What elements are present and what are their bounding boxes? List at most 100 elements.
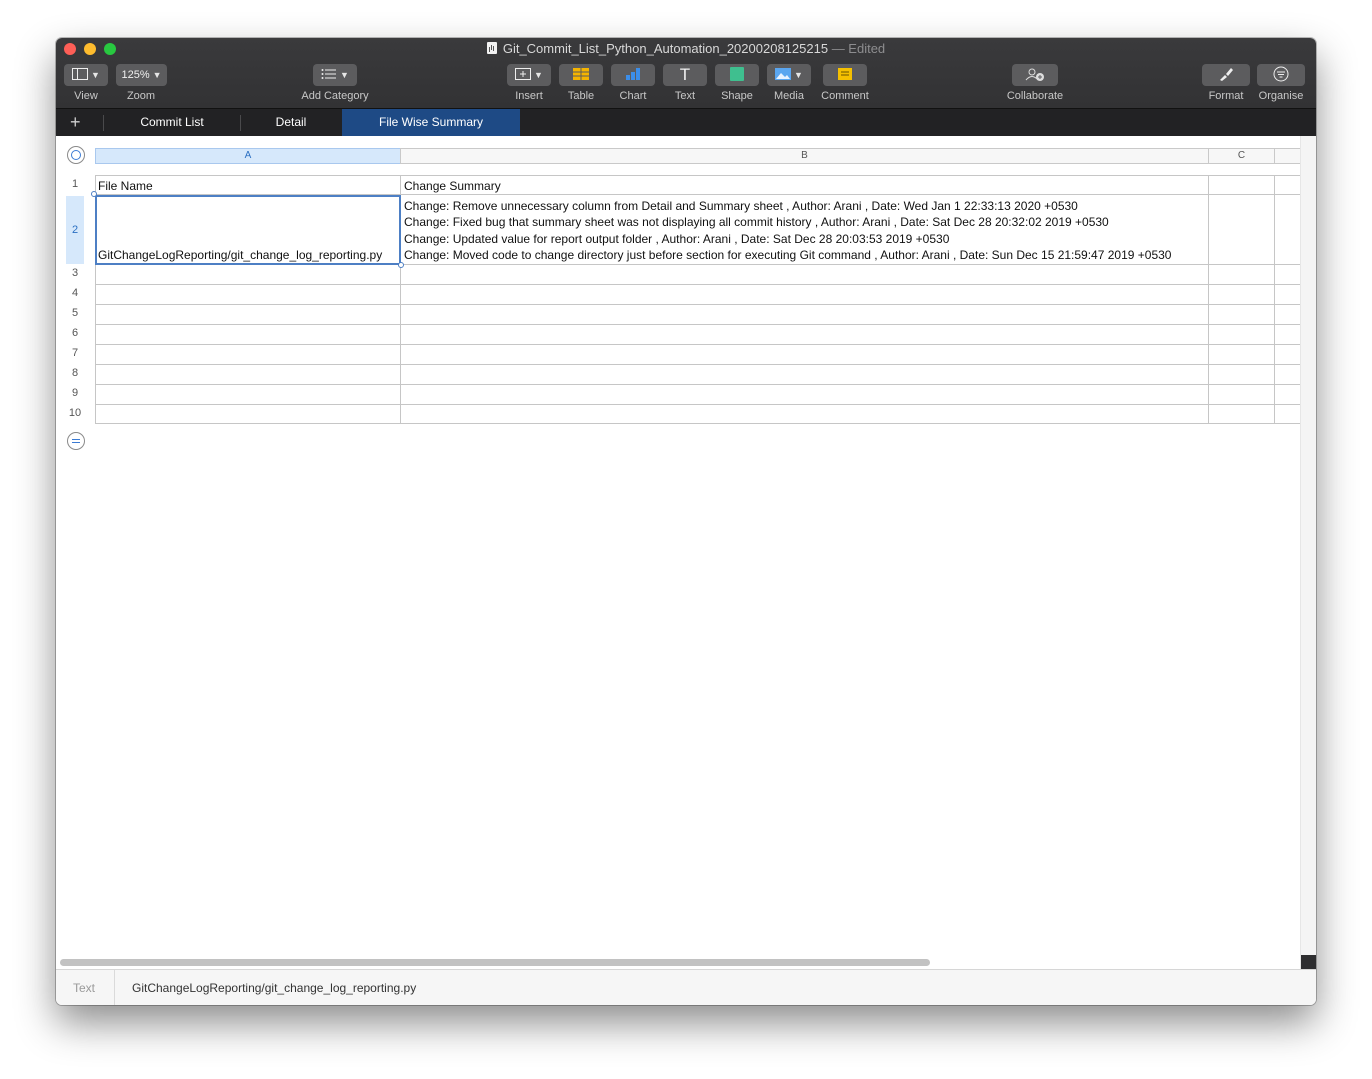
add-sheet-button[interactable]: +: [70, 112, 81, 132]
chevron-down-icon: ▼: [340, 70, 349, 80]
gridline: [95, 384, 1301, 385]
document-name: Git_Commit_List_Python_Automation_202002…: [502, 41, 829, 56]
comment-label: Comment: [821, 90, 869, 102]
scroll-corner: [1301, 955, 1316, 969]
gridline: [95, 344, 1301, 345]
comment-note-icon: [838, 68, 852, 80]
selection-handle[interactable]: [398, 262, 404, 268]
filter-icon: [1273, 66, 1289, 82]
organise-label: Organise: [1258, 90, 1304, 102]
row-header-1[interactable]: 1: [66, 178, 84, 190]
tab-commit-list[interactable]: Commit List: [118, 109, 226, 137]
cell-a2-file-name[interactable]: GitChangeLogReporting/git_change_log_rep…: [98, 248, 382, 262]
collaborate-label: Collaborate: [1006, 90, 1064, 102]
change-line: Change: Remove unnecessary column from D…: [404, 199, 1078, 213]
column-header-c[interactable]: C: [1208, 148, 1275, 164]
chart-label: Chart: [619, 90, 647, 102]
row-header-2[interactable]: 2: [66, 196, 84, 264]
row-header-5[interactable]: 5: [66, 307, 84, 319]
paintbrush-icon: [1220, 68, 1233, 81]
zoom-value: 125%: [121, 69, 150, 81]
sheet-canvas: A B C 1 2 3 4 5 6 7 8 9 10 File Name Cha: [56, 136, 1316, 969]
shape-button[interactable]: [715, 64, 759, 86]
insert-button[interactable]: ▼: [507, 64, 551, 86]
shape-label: Shape: [721, 90, 753, 102]
gridline: [95, 423, 1301, 424]
view-button[interactable]: ▼: [64, 64, 108, 86]
tab-divider: [240, 115, 241, 131]
gridline: [400, 175, 401, 424]
row-header-4[interactable]: 4: [66, 287, 84, 299]
gridline: [95, 324, 1301, 325]
column-header-a[interactable]: A: [95, 148, 401, 164]
zoom-select[interactable]: 125% ▼: [116, 64, 167, 86]
numbers-document-icon: [486, 42, 497, 54]
divider: [114, 970, 115, 1005]
window-title: Git_Commit_List_Python_Automation_202002…: [56, 41, 1316, 57]
gridline: [95, 264, 1301, 265]
add-person-icon: [1025, 68, 1044, 81]
gridline: [95, 404, 1301, 405]
bar-chart-icon: [626, 68, 640, 80]
sheet-tab-bar: + Commit List Detail File Wise Summary: [56, 108, 1316, 137]
column-header-b[interactable]: B: [400, 148, 1209, 164]
media-label: Media: [774, 90, 804, 102]
row-header-3[interactable]: 3: [66, 267, 84, 279]
text-label: Text: [674, 90, 696, 102]
zoom-label: Zoom: [126, 90, 156, 102]
toolbar: Git_Commit_List_Python_Automation_202002…: [56, 38, 1316, 108]
tab-file-wise-summary[interactable]: File Wise Summary: [342, 109, 520, 137]
sidebar-view-icon: [72, 68, 89, 80]
tab-divider: [103, 115, 104, 131]
insert-label: Insert: [515, 90, 543, 102]
text-button[interactable]: T: [663, 64, 707, 86]
circle-icon: [71, 150, 81, 160]
equals-icon: [72, 439, 80, 440]
gridline: [95, 194, 1301, 195]
app-window: Git_Commit_List_Python_Automation_202002…: [56, 38, 1316, 1005]
cell-a1-header[interactable]: File Name: [98, 179, 153, 193]
chart-button[interactable]: [611, 64, 655, 86]
insert-icon: [515, 68, 532, 80]
chevron-down-icon: ▼: [534, 70, 543, 80]
format-label: Format: [1208, 90, 1244, 102]
collaborate-button[interactable]: [1012, 64, 1058, 86]
add-rows-handle[interactable]: [67, 432, 85, 450]
list-icon: [321, 69, 337, 79]
cell-value-field[interactable]: GitChangeLogReporting/git_change_log_rep…: [132, 981, 416, 995]
row-header-7[interactable]: 7: [66, 347, 84, 359]
row-header-9[interactable]: 9: [66, 387, 84, 399]
format-button[interactable]: [1202, 64, 1250, 86]
change-line: Change: Moved code to change directory j…: [404, 248, 1172, 262]
media-button[interactable]: ▼: [767, 64, 811, 86]
cell-type-label: Text: [73, 981, 96, 995]
edited-status: — Edited: [831, 41, 886, 56]
view-label: View: [74, 90, 98, 102]
photo-icon: [775, 68, 792, 80]
row-header-8[interactable]: 8: [66, 367, 84, 379]
organise-button[interactable]: [1257, 64, 1305, 86]
cell-formula-bar: Text GitChangeLogReporting/git_change_lo…: [56, 969, 1316, 1005]
add-category-button[interactable]: ▼: [313, 64, 357, 86]
table-label: Table: [567, 90, 595, 102]
gridline: [95, 175, 1301, 176]
selection-handle[interactable]: [91, 191, 97, 197]
select-table-button[interactable]: [67, 146, 85, 164]
gridline: [95, 304, 1301, 305]
column-header-d[interactable]: [1274, 148, 1301, 164]
gridline: [95, 175, 96, 424]
chevron-down-icon: ▼: [794, 70, 803, 80]
gridline: [1274, 175, 1275, 424]
row-header-10[interactable]: 10: [66, 407, 84, 419]
tab-detail[interactable]: Detail: [251, 109, 331, 137]
add-category-label: Add Category: [301, 90, 369, 102]
horizontal-scrollbar[interactable]: [60, 959, 930, 966]
change-line: Change: Updated value for report output …: [404, 232, 950, 246]
row-header-6[interactable]: 6: [66, 327, 84, 339]
gridline: [95, 364, 1301, 365]
vertical-scrollbar[interactable]: [1300, 136, 1316, 969]
table-button[interactable]: [559, 64, 603, 86]
cell-b1-header[interactable]: Change Summary: [404, 179, 501, 193]
gridline: [95, 284, 1301, 285]
comment-button[interactable]: [823, 64, 867, 86]
